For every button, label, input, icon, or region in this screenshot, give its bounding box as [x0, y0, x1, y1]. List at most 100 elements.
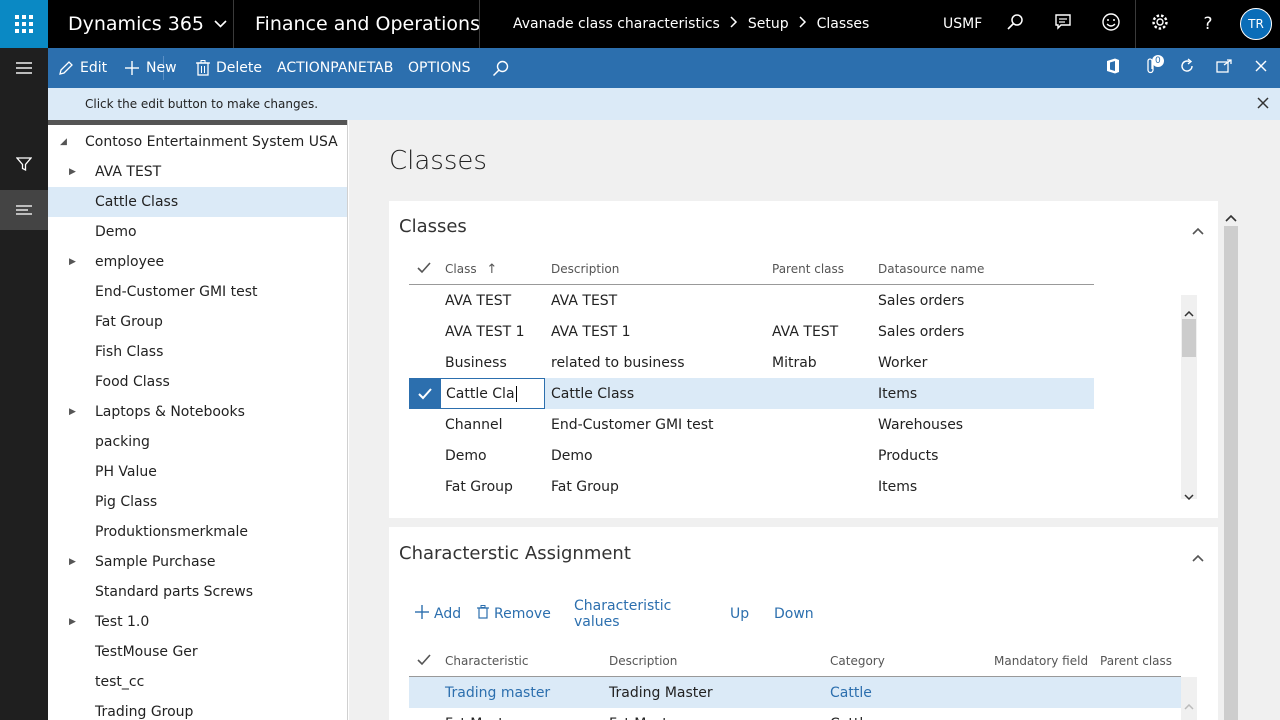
- tree-item[interactable]: Food Class: [48, 367, 347, 397]
- breadcrumb-item[interactable]: Classes: [817, 16, 870, 32]
- expand-triangle-icon[interactable]: ▶: [69, 167, 76, 177]
- delete-button[interactable]: Delete: [196, 48, 262, 88]
- column-header-parent-class[interactable]: Parent class: [772, 262, 844, 276]
- column-header-datasource[interactable]: Datasource name: [878, 262, 984, 276]
- tree-root[interactable]: ◢ Contoso Entertainment System USA: [48, 127, 347, 157]
- user-avatar[interactable]: TR: [1240, 8, 1272, 40]
- expand-triangle-icon[interactable]: ▶: [69, 257, 76, 267]
- class-row[interactable]: AVA TEST AVA TEST Sales orders: [409, 285, 1094, 316]
- tree-item[interactable]: ▶ Test 1.0: [48, 607, 347, 637]
- help-button[interactable]: ?: [1184, 0, 1232, 48]
- tree-item[interactable]: Cattle Class: [48, 187, 347, 217]
- class-row[interactable]: AVA TEST 1 AVA TEST 1 AVA TEST Sales orders: [409, 316, 1094, 347]
- product-switcher[interactable]: Dynamics 365: [68, 0, 227, 48]
- close-icon[interactable]: [1256, 96, 1270, 113]
- action-search-button[interactable]: [492, 48, 509, 88]
- office-button[interactable]: [1096, 48, 1130, 88]
- close-page-button[interactable]: [1244, 48, 1278, 88]
- column-header-characteristic[interactable]: Characteristic: [445, 654, 528, 668]
- tree-item[interactable]: Produktionsmerkmale: [48, 517, 347, 547]
- messages-button[interactable]: [1039, 0, 1087, 48]
- add-characteristic-button[interactable]: Add: [415, 599, 461, 629]
- tree-item[interactable]: packing: [48, 427, 347, 457]
- tab-options[interactable]: OPTIONS: [408, 48, 471, 88]
- app-launcher-button[interactable]: [0, 0, 48, 48]
- chevron-up-icon[interactable]: [1192, 547, 1204, 566]
- column-header-description[interactable]: Description: [551, 262, 619, 276]
- move-up-button[interactable]: Up: [730, 599, 749, 629]
- tree-item[interactable]: End-Customer GMI test: [48, 277, 347, 307]
- select-all-check-icon[interactable]: [417, 261, 431, 277]
- column-header-parent-class[interactable]: Parent class: [1100, 654, 1172, 668]
- breadcrumb-item[interactable]: Setup: [748, 16, 789, 32]
- classes-section-title[interactable]: Classes: [399, 216, 467, 237]
- delete-label: Delete: [216, 60, 262, 76]
- open-new-window-button[interactable]: [1207, 48, 1241, 88]
- tree-item[interactable]: ▶ Laptops & Notebooks: [48, 397, 347, 427]
- collapse-triangle-icon[interactable]: ◢: [60, 137, 67, 147]
- characteristic-values-button[interactable]: Characteristic values: [574, 598, 671, 630]
- tree-item[interactable]: Standard parts Screws: [48, 577, 347, 607]
- hamburger-icon: [16, 59, 32, 78]
- tree-item[interactable]: ▶ AVA TEST: [48, 157, 347, 187]
- tree-item[interactable]: TestMouse Ger: [48, 637, 347, 667]
- class-row[interactable]: Channel End-Customer GMI test Warehouses: [409, 409, 1094, 440]
- expand-triangle-icon[interactable]: ▶: [69, 407, 76, 417]
- characteristic-section-title[interactable]: Characterstic Assignment: [399, 543, 631, 564]
- move-down-button[interactable]: Down: [774, 599, 814, 629]
- column-header-description[interactable]: Description: [609, 654, 677, 668]
- tree-item[interactable]: Fat Group: [48, 307, 347, 337]
- class-row[interactable]: Fat Group Fat Group Items: [409, 471, 1094, 502]
- edit-button[interactable]: Edit: [58, 48, 107, 88]
- tree-item[interactable]: PH Value: [48, 457, 347, 487]
- breadcrumb-item[interactable]: Avanade class characteristics: [513, 16, 720, 32]
- expand-triangle-icon[interactable]: ▶: [69, 617, 76, 627]
- chevron-up-icon[interactable]: [1192, 220, 1204, 239]
- list-pane-button[interactable]: [0, 190, 48, 230]
- scroll-down-icon[interactable]: [1184, 485, 1194, 504]
- tree-item[interactable]: Fish Class: [48, 337, 347, 367]
- chevron-right-icon: [730, 16, 738, 32]
- characteristic-row[interactable]: Trading master Trading Master Cattle: [409, 677, 1181, 708]
- attachments-button[interactable]: 0: [1134, 48, 1168, 88]
- search-button[interactable]: [991, 0, 1039, 48]
- feedback-button[interactable]: [1087, 0, 1135, 48]
- class-row[interactable]: Business related to business Mitrab Worker: [409, 347, 1094, 378]
- characteristic-grid-scrollbar[interactable]: [1181, 677, 1197, 720]
- tree-item[interactable]: Trading Group: [48, 697, 347, 720]
- scroll-up-icon[interactable]: [1184, 695, 1194, 714]
- refresh-button[interactable]: [1170, 48, 1204, 88]
- nav-menu-button[interactable]: [0, 48, 48, 88]
- page-scrollbar[interactable]: [1222, 193, 1240, 720]
- tree-item[interactable]: Demo: [48, 217, 347, 247]
- select-all-check-icon[interactable]: [417, 653, 431, 669]
- tree-item[interactable]: ▶ employee: [48, 247, 347, 277]
- classes-grid-scrollbar[interactable]: [1181, 295, 1197, 501]
- filter-pane-button[interactable]: [0, 146, 48, 186]
- scroll-up-icon[interactable]: [1225, 207, 1237, 226]
- tab-actionpanetab[interactable]: ACTIONPANETAB: [277, 48, 393, 88]
- row-selected-check-icon[interactable]: [409, 378, 440, 409]
- settings-button[interactable]: [1136, 0, 1184, 48]
- column-header-mandatory-field[interactable]: Mandatory field: [994, 654, 1088, 668]
- column-header-class[interactable]: Class ↑: [445, 262, 497, 277]
- scrollbar-thumb[interactable]: [1182, 319, 1196, 357]
- tree-item[interactable]: test_cc: [48, 667, 347, 697]
- tree-item-label: Food Class: [95, 374, 170, 390]
- company-picker[interactable]: USMF: [943, 0, 982, 48]
- new-button[interactable]: New: [124, 48, 177, 88]
- characteristic-grid-header: Characteristic Description Category Mand…: [409, 646, 1181, 676]
- remove-characteristic-button[interactable]: Remove: [477, 599, 551, 629]
- class-row[interactable]: Demo Demo Products: [409, 440, 1094, 471]
- characteristic-row[interactable]: Fat Master Fat Master Cattle: [409, 708, 1181, 720]
- tree-item[interactable]: Pig Class: [48, 487, 347, 517]
- characteristic-cell: Fat Master: [445, 708, 518, 720]
- expand-triangle-icon[interactable]: ▶: [69, 557, 76, 567]
- class-name-input[interactable]: Cattle Cla: [440, 378, 545, 409]
- column-header-category[interactable]: Category: [830, 654, 885, 668]
- scrollbar-thumb[interactable]: [1224, 226, 1238, 720]
- class-row[interactable]: Cattle Cla Cattle Class Items: [409, 378, 1094, 409]
- class-name-input-value: Cattle Cla: [446, 385, 515, 402]
- tree-item[interactable]: ▶ Sample Purchase: [48, 547, 347, 577]
- description-cell: related to business: [551, 354, 685, 371]
